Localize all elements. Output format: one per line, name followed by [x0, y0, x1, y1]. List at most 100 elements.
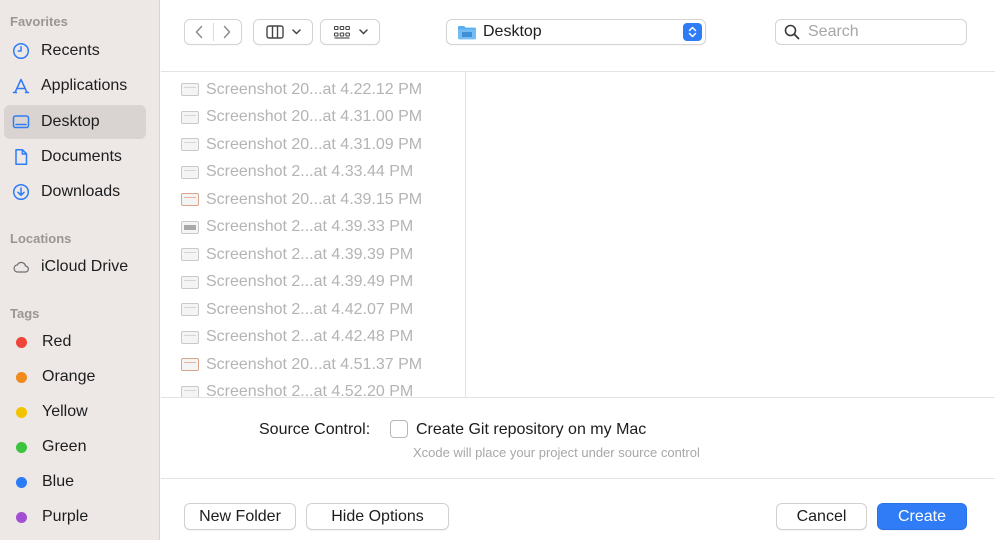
file-name: Screenshot 2...at 4.52.20 PM: [206, 383, 414, 398]
sidebar-item-icloud-drive[interactable]: iCloud Drive: [4, 250, 146, 284]
git-repository-checkbox-label[interactable]: Create Git repository on my Mac: [416, 421, 646, 439]
file-row[interactable]: Screenshot 2...at 4.42.07 PM: [161, 296, 465, 324]
up-down-chevron-icon: [683, 23, 702, 41]
cancel-button[interactable]: Cancel: [776, 503, 867, 530]
tags-header: Tags: [10, 306, 40, 321]
git-repository-hint: Xcode will place your project under sour…: [413, 445, 700, 460]
location-label: Desktop: [483, 23, 542, 40]
sidebar-item-label: iCloud Drive: [41, 258, 129, 275]
sidebar-item-label: Green: [42, 438, 87, 455]
location-popup[interactable]: Desktop: [446, 19, 706, 45]
file-name: Screenshot 20...at 4.51.37 PM: [206, 355, 423, 373]
applications-icon: [11, 76, 31, 96]
search-input[interactable]: [808, 23, 958, 41]
sidebar: Favorites Recents Applications Desktop D…: [0, 0, 160, 540]
file-row[interactable]: Screenshot 20...at 4.31.00 PM: [161, 104, 465, 132]
locations-header: Locations: [10, 231, 72, 246]
sidebar-item-label: Orange: [42, 368, 96, 385]
toolbar: Desktop: [161, 0, 995, 66]
forward-button[interactable]: [214, 20, 242, 44]
file-name: Screenshot 2...at 4.33.44 PM: [206, 163, 414, 181]
sidebar-item-tag-orange[interactable]: Orange: [4, 360, 146, 394]
folder-icon: [458, 26, 476, 40]
view-mode-button[interactable]: [253, 19, 313, 45]
sidebar-item-documents[interactable]: Documents: [4, 140, 146, 174]
back-forward-control: [184, 19, 242, 45]
sidebar-item-label: Documents: [41, 148, 122, 165]
screenshot-thumbnail-icon: [181, 303, 199, 317]
search-icon: [784, 24, 800, 40]
file-row[interactable]: Screenshot 20...at 4.39.15 PM: [161, 186, 465, 214]
sidebar-item-applications[interactable]: Applications: [4, 69, 146, 103]
file-row[interactable]: Screenshot 2...at 4.39.33 PM: [161, 214, 465, 242]
sidebar-item-label: Purple: [42, 508, 89, 525]
file-name: Screenshot 20...at 4.22.12 PM: [206, 80, 423, 98]
tag-color-dot: [16, 371, 27, 383]
sidebar-item-downloads[interactable]: Downloads: [4, 175, 146, 209]
chevron-left-icon: [195, 25, 202, 39]
new-folder-button[interactable]: New Folder: [184, 503, 296, 530]
screenshot-thumbnail-icon: [181, 248, 199, 262]
screenshot-thumbnail-icon: [181, 275, 199, 289]
file-name: Screenshot 2...at 4.39.49 PM: [206, 273, 414, 291]
chevron-down-icon: [291, 29, 301, 35]
sidebar-item-label: Recents: [41, 42, 100, 59]
sidebar-item-tag-purple[interactable]: Purple: [4, 500, 146, 534]
file-row[interactable]: Screenshot 20...at 4.51.37 PM: [161, 351, 465, 379]
sidebar-item-label: Applications: [41, 77, 128, 94]
file-row[interactable]: Screenshot 20...at 4.31.09 PM: [161, 131, 465, 159]
group-by-button[interactable]: [320, 19, 380, 45]
document-icon: [11, 147, 31, 167]
chevron-right-icon: [224, 25, 231, 39]
tag-color-dot: [16, 511, 27, 523]
file-row[interactable]: Screenshot 2...at 4.42.48 PM: [161, 324, 465, 352]
file-row[interactable]: Screenshot 2...at 4.33.44 PM: [161, 159, 465, 187]
git-repository-checkbox[interactable]: [390, 420, 408, 438]
download-icon: [11, 182, 31, 202]
screenshot-thumbnail-icon: [181, 138, 199, 152]
clock-icon: [11, 41, 31, 61]
back-button[interactable]: [185, 20, 213, 44]
columns-view-icon: [265, 25, 284, 39]
sidebar-item-label: Downloads: [41, 183, 121, 200]
file-name: Screenshot 2...at 4.42.48 PM: [206, 328, 414, 346]
file-name: Screenshot 2...at 4.39.39 PM: [206, 245, 414, 263]
sidebar-item-tag-blue[interactable]: Blue: [4, 465, 146, 499]
search-field[interactable]: [775, 19, 967, 45]
create-button[interactable]: Create: [877, 503, 967, 530]
preview-column: [467, 72, 995, 398]
file-name: Screenshot 20...at 4.39.15 PM: [206, 190, 423, 208]
file-row[interactable]: Screenshot 2...at 4.39.39 PM: [161, 241, 465, 269]
tag-color-dot: [16, 406, 27, 418]
source-control-label: Source Control:: [259, 421, 371, 438]
sidebar-item-tag-green[interactable]: Green: [4, 430, 146, 464]
favorites-header: Favorites: [10, 14, 68, 29]
bottom-divider: [161, 478, 995, 479]
chevron-down-icon: [358, 29, 368, 35]
tag-color-dot: [16, 336, 27, 348]
screenshot-thumbnail-icon: [181, 330, 199, 344]
screenshot-thumbnail-icon: [181, 110, 199, 124]
file-row[interactable]: Screenshot 2...at 4.52.20 PM: [161, 379, 465, 398]
sidebar-item-label: Blue: [42, 473, 75, 490]
screenshot-thumbnail-icon: [181, 220, 199, 234]
file-name: Screenshot 20...at 4.31.09 PM: [206, 135, 423, 153]
file-row[interactable]: Screenshot 2...at 4.39.49 PM: [161, 269, 465, 297]
sidebar-item-label: Desktop: [41, 113, 100, 130]
file-name: Screenshot 20...at 4.31.00 PM: [206, 108, 423, 126]
sidebar-item-label: Red: [42, 333, 72, 350]
sidebar-item-tag-yellow[interactable]: Yellow: [4, 395, 146, 429]
sidebar-item-tag-red[interactable]: Red: [4, 325, 146, 359]
sidebar-item-recents[interactable]: Recents: [4, 34, 146, 68]
sidebar-item-desktop[interactable]: Desktop: [4, 105, 146, 139]
desktop-icon: [11, 112, 31, 132]
file-column[interactable]: Screenshot 20...at 4.22.12 PM Screenshot…: [161, 72, 466, 398]
file-row[interactable]: Screenshot 20...at 4.22.12 PM: [161, 76, 465, 104]
screenshot-thumbnail-icon: [181, 165, 199, 179]
file-name: Screenshot 2...at 4.42.07 PM: [206, 300, 414, 318]
file-name: Screenshot 2...at 4.39.33 PM: [206, 218, 414, 236]
hide-options-button[interactable]: Hide Options: [306, 503, 449, 530]
sidebar-item-label: Yellow: [42, 403, 88, 420]
tag-color-dot: [16, 441, 27, 453]
grid-icon: [333, 25, 350, 39]
